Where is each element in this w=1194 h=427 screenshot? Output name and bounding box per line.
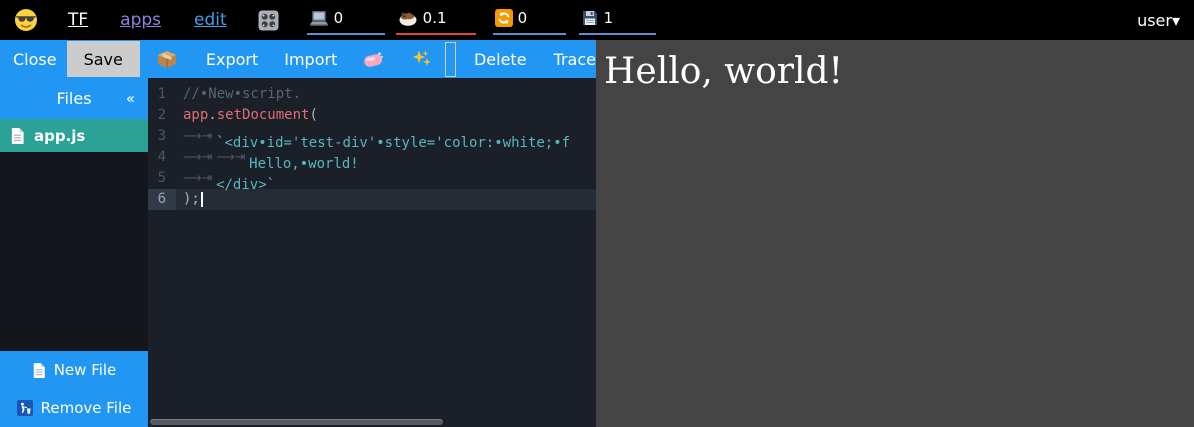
edit-link[interactable]: edit — [194, 10, 227, 30]
code-line-content: ⟶⇥`<div•id='test-div'•style='color:•whit… — [176, 126, 570, 147]
remove-file-label: Remove File — [41, 399, 132, 417]
workspace: Files « app.j — [0, 78, 596, 427]
code-token: ( — [309, 107, 317, 123]
laptop-stat[interactable]: 0 — [307, 5, 385, 35]
collapse-sidebar-button[interactable]: « — [126, 89, 135, 107]
preview-heading: Hello, world! — [604, 50, 1186, 93]
floppy-stat[interactable]: 1 — [579, 5, 656, 35]
code-token: //•New•script. — [183, 86, 301, 102]
line-number: 4 — [148, 147, 176, 168]
laptop-icon — [309, 10, 329, 27]
top-bar: TF apps edit — [0, 0, 1194, 40]
line-number: 2 — [148, 105, 176, 126]
soap-icon[interactable] — [362, 51, 384, 68]
code-line-content: ⟶⇥⟶⇥Hello,•world! — [176, 147, 359, 168]
refresh-stat[interactable]: 0 — [493, 5, 566, 35]
apps-link[interactable]: apps — [120, 10, 161, 30]
document-icon — [10, 127, 25, 145]
line-number: 6 — [148, 189, 176, 210]
preview-panel: Hello, world! — [596, 40, 1194, 427]
sunglasses-face-icon[interactable] — [14, 8, 38, 32]
package-icon[interactable] — [156, 48, 178, 70]
code-token: app — [183, 107, 208, 123]
files-sidebar: Files « app.j — [0, 78, 148, 427]
export-button[interactable]: Export — [206, 50, 258, 69]
code-line-content: app.setDocument( — [176, 105, 318, 126]
code-token: . — [208, 107, 216, 123]
new-file-button[interactable]: New File — [0, 351, 148, 389]
code-token: ); — [183, 191, 200, 207]
close-button[interactable]: Close — [13, 50, 57, 69]
laptop-stat-value: 0 — [334, 9, 344, 27]
file-name: app.js — [34, 127, 85, 145]
control-knobs-icon[interactable] — [258, 10, 279, 31]
hamster-stat-value: 0.1 — [423, 9, 447, 27]
code-editor[interactable]: 1//•New•script.2app.setDocument(3⟶⇥`<div… — [148, 78, 596, 427]
empty-slot-button[interactable] — [445, 42, 456, 77]
left-pane: Close Save Export Import — [0, 40, 596, 427]
code-line[interactable]: 5⟶⇥</div>` — [148, 168, 596, 189]
code-token: </div>` — [216, 177, 275, 193]
files-header: Files « — [0, 78, 148, 119]
tab-marker: ⟶⇥ — [216, 147, 249, 168]
refresh-icon — [495, 9, 513, 27]
main-area: Close Save Export Import — [0, 40, 1194, 427]
line-number: 5 — [148, 168, 176, 189]
files-header-label: Files — [56, 89, 91, 108]
user-menu[interactable]: user▾ — [1137, 11, 1180, 30]
line-number: 1 — [148, 84, 176, 105]
trace-button[interactable]: Trace — [554, 50, 596, 69]
delete-button[interactable]: Delete — [474, 50, 527, 69]
code-lines: 1//•New•script.2app.setDocument(3⟶⇥`<div… — [148, 84, 596, 210]
line-number: 3 — [148, 126, 176, 147]
horizontal-scrollbar[interactable] — [150, 419, 443, 425]
hamster-stat[interactable]: 0.1 — [396, 5, 476, 35]
remove-file-button[interactable]: Remove File — [0, 389, 148, 427]
code-line[interactable]: 2app.setDocument( — [148, 105, 596, 126]
file-item-appjs[interactable]: app.js — [0, 119, 148, 152]
top-bar-left: TF apps edit — [14, 5, 656, 35]
floppy-disk-icon — [581, 9, 599, 27]
new-document-icon — [32, 362, 46, 379]
app-window: TF apps edit — [0, 0, 1194, 427]
text-cursor — [201, 192, 203, 207]
code-line-content: ⟶⇥</div>` — [176, 168, 275, 189]
editor-toolbar: Close Save Export Import — [0, 40, 596, 78]
litter-bin-icon — [17, 400, 33, 416]
sparkles-icon[interactable] — [412, 49, 432, 69]
code-line[interactable]: 1 //•New•script. — [148, 84, 596, 105]
refresh-stat-value: 0 — [518, 9, 528, 27]
tab-marker: ⟶⇥ — [183, 168, 216, 189]
brand-link[interactable]: TF — [68, 10, 88, 30]
tab-marker: ⟶⇥ — [183, 126, 216, 147]
import-button[interactable]: Import — [284, 50, 337, 69]
hamster-icon — [398, 10, 418, 26]
code-line-content: //•New•script. — [176, 84, 301, 105]
floppy-stat-value: 1 — [604, 9, 614, 27]
new-file-label: New File — [54, 361, 117, 379]
code-line[interactable]: 3⟶⇥`<div•id='test-div'•style='color:•whi… — [148, 126, 596, 147]
code-line-content: ); — [176, 189, 203, 210]
save-button[interactable]: Save — [67, 41, 140, 77]
code-token: setDocument — [217, 107, 310, 123]
tab-marker: ⟶⇥ — [183, 147, 216, 168]
sidebar-spacer — [0, 152, 148, 351]
